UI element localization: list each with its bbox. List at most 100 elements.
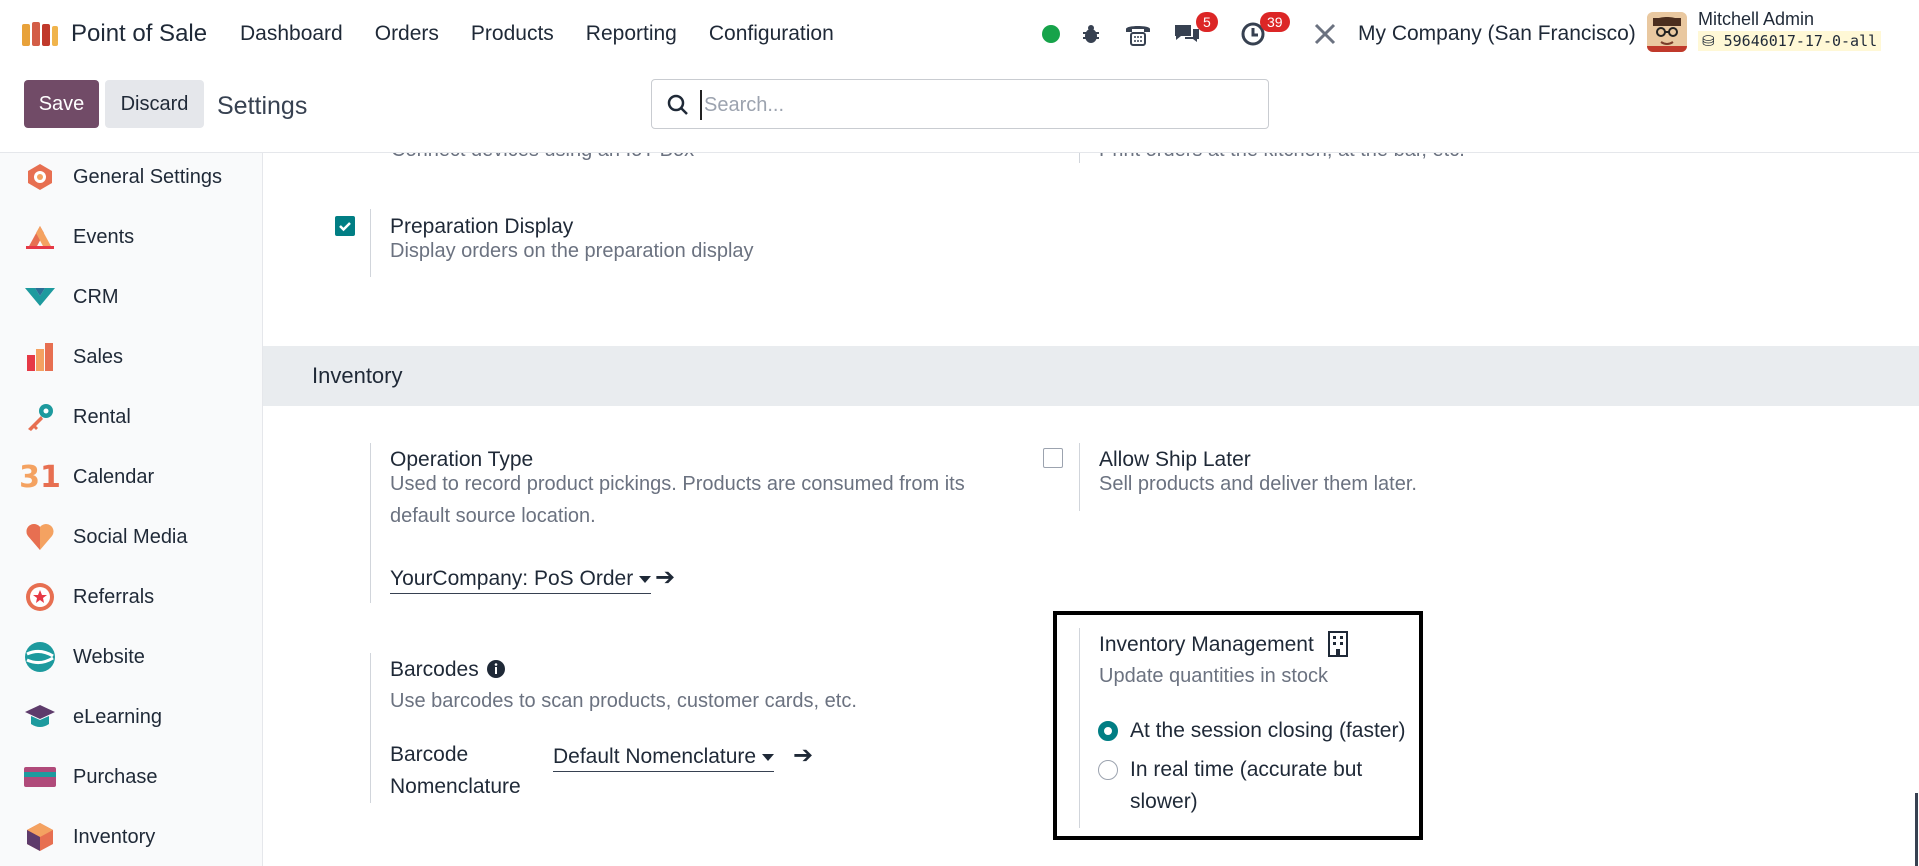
database-name: ⛁ 59646017-17-0-all	[1698, 31, 1882, 51]
barcodes-desc: Use barcodes to scan products, customer …	[390, 690, 857, 712]
setting-divider	[370, 209, 371, 277]
settings-tools-icon[interactable]	[1312, 18, 1338, 50]
operation-type-value: YourCompany: PoS Order	[390, 567, 634, 590]
sidebar-item-label: Website	[73, 645, 145, 668]
sales-icon	[22, 339, 58, 375]
setting-divider	[1079, 628, 1080, 828]
search-box[interactable]	[651, 79, 1269, 129]
sidebar-item-label: Purchase	[73, 765, 158, 788]
sidebar-item-label: eLearning	[73, 705, 162, 728]
general-settings-icon	[22, 159, 58, 195]
sidebar-item-events[interactable]: Events	[0, 213, 262, 261]
iot-box-desc: Connect devices using an IoT Box	[391, 153, 694, 162]
sidebar-item-label: Referrals	[73, 585, 155, 608]
inventory-management-title: Inventory Management	[1099, 633, 1314, 656]
radio-session-closing[interactable]	[1098, 721, 1118, 741]
discard-button[interactable]: Discard	[105, 80, 204, 128]
barcode-nomenclature-label-1: Barcode	[390, 743, 469, 766]
menu-reporting[interactable]: Reporting	[586, 22, 677, 46]
company-building-icon	[1328, 631, 1348, 657]
menu-products[interactable]: Products	[471, 22, 554, 46]
allow-ship-later-checkbox[interactable]	[1043, 448, 1063, 468]
sidebar-item-inventory[interactable]: Inventory	[0, 813, 262, 861]
sidebar-item-purchase[interactable]: Purchase	[0, 753, 262, 801]
radio-real-time-label-1[interactable]: In real time (accurate but	[1130, 758, 1362, 782]
barcode-nomenclature-label-2: Nomenclature	[390, 775, 521, 798]
sidebar-item-label: Social Media	[73, 525, 188, 548]
sidebar-item-label: Sales	[73, 345, 124, 368]
scrollbar-thumb[interactable]	[1915, 793, 1918, 866]
status-dot-icon[interactable]	[1042, 18, 1060, 50]
sidebar-item-general-settings[interactable]: General Settings	[0, 153, 262, 201]
barcode-nomenclature-select[interactable]: Default Nomenclature	[553, 745, 775, 772]
operation-type-open-arrow-icon[interactable]: ➔	[655, 563, 675, 592]
search-icon	[667, 94, 688, 115]
operation-type-desc-1: Used to record product pickings. Product…	[390, 473, 965, 495]
messages-badge: 5	[1196, 12, 1218, 32]
radio-session-closing-label[interactable]: At the session closing (faster)	[1130, 719, 1405, 743]
barcodes-title: Barcodes	[390, 658, 479, 681]
calendar-icon: 31	[19, 459, 61, 495]
setting-divider	[1079, 153, 1080, 163]
menu-configuration[interactable]: Configuration	[709, 22, 834, 46]
sidebar-item-crm[interactable]: CRM	[0, 273, 262, 321]
preparation-display-checkbox[interactable]	[335, 216, 355, 236]
sidebar-item-label: Rental	[73, 405, 131, 428]
settings-content: Connect devices using an IoT Box Print o…	[263, 153, 1919, 866]
sidebar-item-label: Inventory	[73, 825, 156, 848]
setting-divider	[370, 653, 371, 803]
sidebar-item-label: Events	[73, 225, 135, 248]
website-icon	[22, 639, 58, 675]
menu-orders[interactable]: Orders	[375, 22, 439, 46]
inventory-management-desc: Update quantities in stock	[1099, 665, 1329, 687]
operation-type-select[interactable]: YourCompany: PoS Order	[390, 567, 652, 594]
database-name-text: 59646017-17-0-all	[1723, 32, 1878, 50]
sidebar-item-referrals[interactable]: Referrals	[0, 573, 262, 621]
kitchen-printer-desc: Print orders at the kitchen, at the bar,…	[1099, 153, 1465, 162]
chevron-down-icon	[762, 753, 775, 761]
barcode-nomenclature-value: Default Nomenclature	[553, 745, 757, 768]
company-switcher[interactable]: My Company (San Francisco)	[1358, 22, 1636, 46]
sidebar-item-elearning[interactable]: eLearning	[0, 693, 262, 741]
debug-bug-icon[interactable]	[1080, 18, 1102, 50]
sidebar-item-website[interactable]: Website	[0, 633, 262, 681]
sidebar-item-calendar[interactable]: 31 Calendar	[0, 453, 262, 501]
point-of-sale-logo-icon[interactable]	[20, 20, 60, 48]
app-name[interactable]: Point of Sale	[71, 20, 207, 48]
purchase-icon	[22, 759, 58, 795]
radio-real-time-label-2[interactable]: slower)	[1130, 790, 1198, 814]
events-icon	[22, 219, 58, 255]
allow-ship-later-desc: Sell products and deliver them later.	[1099, 473, 1417, 495]
messages-icon[interactable]: 5	[1172, 12, 1218, 50]
save-button[interactable]: Save	[24, 80, 99, 128]
rental-icon	[22, 399, 58, 435]
search-input[interactable]	[700, 90, 1250, 120]
referrals-icon	[22, 579, 58, 615]
barcode-nomenclature-open-arrow-icon[interactable]: ➔	[793, 741, 813, 770]
sidebar-item-label: CRM	[73, 285, 119, 308]
chevron-down-icon	[639, 575, 652, 583]
crm-icon	[22, 279, 58, 315]
sidebar-item-social-media[interactable]: Social Media	[0, 513, 262, 561]
activities-icon[interactable]: 39	[1240, 12, 1290, 50]
operation-type-desc-2: default source location.	[390, 505, 596, 527]
phone-icon[interactable]	[1124, 18, 1152, 50]
sidebar-item-rental[interactable]: Rental	[0, 393, 262, 441]
user-avatar[interactable]	[1647, 12, 1687, 52]
main-menu: Dashboard Orders Products Reporting Conf…	[240, 22, 866, 46]
check-icon	[339, 222, 351, 232]
sidebar-item-sales[interactable]: Sales	[0, 333, 262, 381]
info-icon[interactable]	[486, 659, 506, 679]
control-panel: Save Discard Settings	[0, 68, 1919, 153]
radio-real-time[interactable]	[1098, 760, 1118, 780]
inventory-icon	[22, 819, 58, 855]
menu-dashboard[interactable]: Dashboard	[240, 22, 343, 46]
section-title: Inventory	[312, 363, 403, 388]
social-media-icon	[22, 519, 58, 555]
top-navbar: Point of Sale Dashboard Orders Products …	[0, 0, 1919, 68]
setting-divider	[1079, 443, 1080, 511]
inventory-section-header: Inventory	[263, 346, 1919, 406]
user-name[interactable]: Mitchell Admin	[1698, 9, 1814, 30]
elearning-icon	[22, 699, 58, 735]
activities-badge: 39	[1260, 12, 1290, 32]
